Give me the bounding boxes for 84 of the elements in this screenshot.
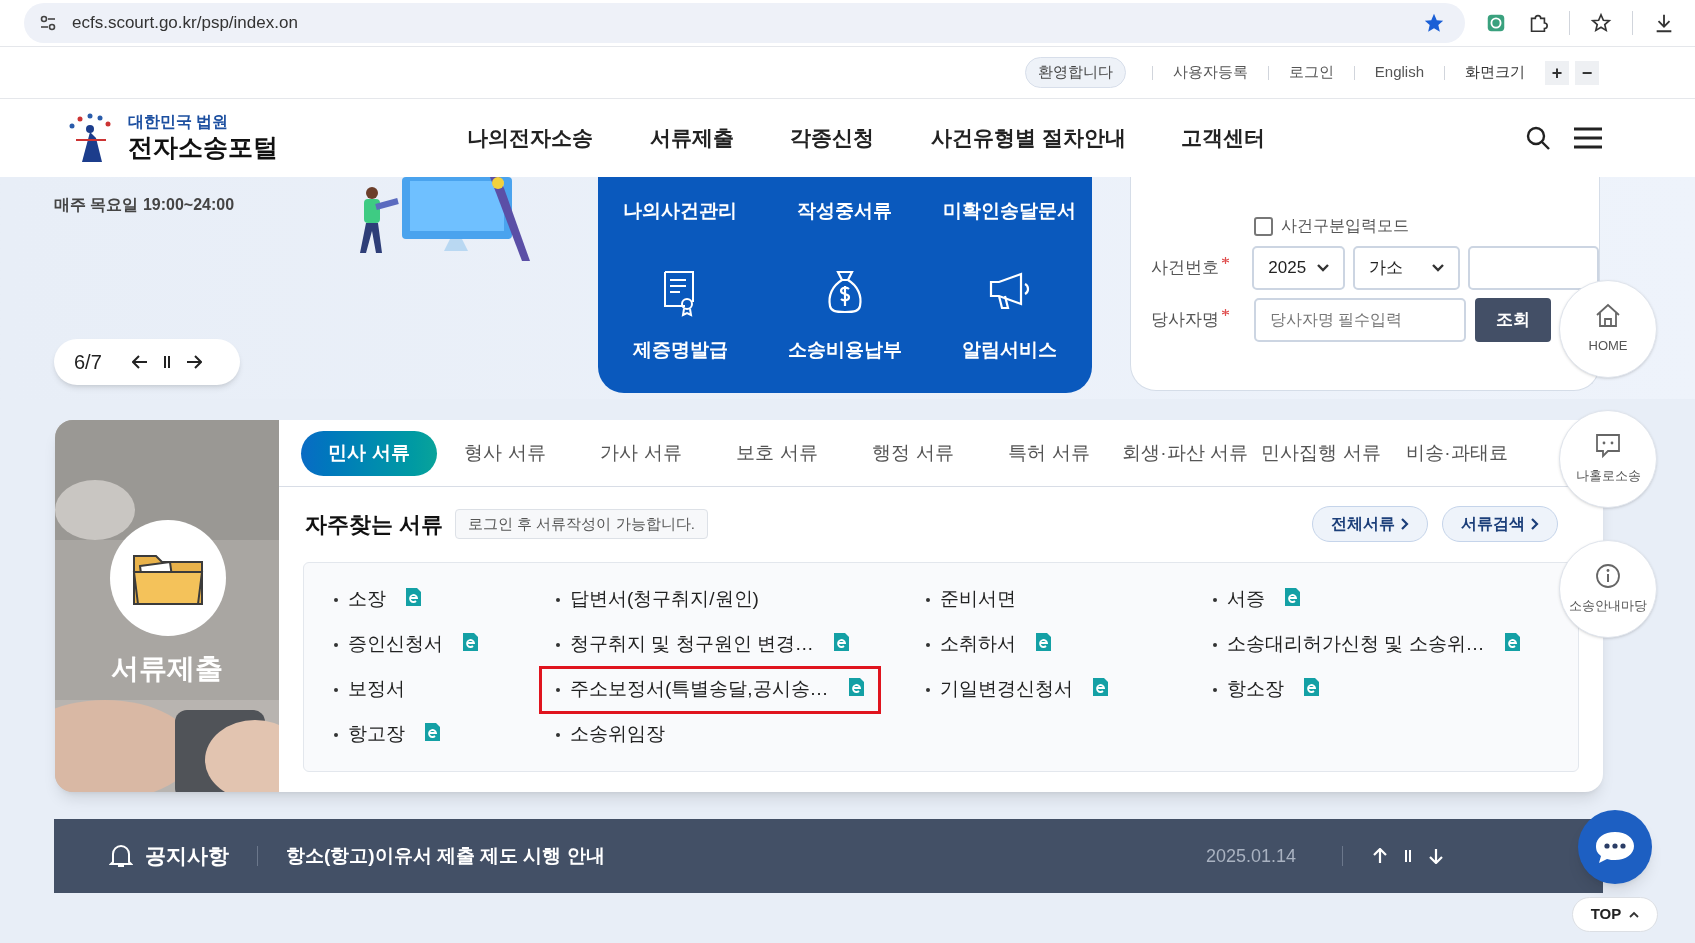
pause-icon[interactable] bbox=[1403, 850, 1413, 862]
document-link-button[interactable]: 전체서류 bbox=[1312, 506, 1428, 542]
nav-link[interactable]: 고객센터 bbox=[1181, 122, 1321, 154]
document-icon bbox=[463, 632, 478, 651]
nav-link[interactable]: 각종신청 bbox=[790, 122, 931, 154]
document-icon bbox=[1093, 677, 1108, 696]
quick-service-link[interactable]: 알림서비스 bbox=[927, 261, 1092, 393]
field-label: 당사자명 bbox=[1151, 309, 1219, 332]
document-tab[interactable]: 비송·과태료 bbox=[1389, 430, 1525, 476]
chat-bubble-icon bbox=[1594, 432, 1622, 461]
utility-link[interactable]: 사용자등록 bbox=[1152, 61, 1268, 84]
document-tab[interactable]: 가사 서류 bbox=[573, 430, 709, 476]
chevron-down-icon bbox=[1432, 264, 1444, 272]
document-tab[interactable]: 행정 서류 bbox=[845, 430, 981, 476]
bookmark-star-icon[interactable] bbox=[1423, 12, 1445, 34]
nav-link[interactable]: 사건유형별 절차안내 bbox=[931, 122, 1181, 154]
search-button[interactable]: 조회 bbox=[1475, 298, 1551, 342]
document-icon bbox=[425, 722, 440, 741]
party-name-input[interactable]: 당사자명 필수입력 bbox=[1254, 298, 1466, 342]
info-icon bbox=[1594, 562, 1622, 591]
document-icon bbox=[1504, 632, 1520, 651]
logo-title: 전자소송포털 bbox=[128, 132, 278, 164]
slide-counter: 6/7 bbox=[74, 350, 103, 375]
chevron-right-icon bbox=[1401, 518, 1409, 530]
utility-link[interactable]: English bbox=[1354, 61, 1444, 84]
quick-link[interactable]: 나의사건관리 bbox=[598, 197, 763, 233]
document-icon bbox=[848, 677, 864, 696]
document-icon bbox=[833, 632, 849, 651]
arrow-down-icon[interactable] bbox=[1429, 848, 1443, 864]
nav-link[interactable]: 나의전자소송 bbox=[467, 122, 650, 154]
search-icon[interactable] bbox=[1525, 125, 1551, 151]
font-size-label: 화면크기 bbox=[1464, 62, 1526, 83]
document-icon bbox=[1304, 677, 1319, 696]
arrow-left-icon[interactable] bbox=[132, 355, 148, 369]
chevron-down-icon bbox=[1317, 264, 1330, 272]
bell-icon bbox=[109, 843, 133, 869]
zoom-button[interactable]: − bbox=[1575, 60, 1599, 85]
chat-bubble-icon bbox=[1593, 829, 1637, 865]
logo-subtitle: 대한민국 법원 bbox=[128, 112, 230, 133]
welcome-badge: 환영합니다 bbox=[1024, 57, 1126, 88]
utility-link[interactable]: 로그인 bbox=[1268, 61, 1354, 84]
menu-icon[interactable] bbox=[1573, 127, 1603, 149]
arrow-up-icon[interactable] bbox=[1373, 848, 1387, 864]
quick-service-link[interactable]: 소송비용납부 bbox=[762, 261, 928, 393]
checkbox-label: 사건구분입력모드 bbox=[1281, 216, 1409, 236]
hint-text: 로그인 후 서류작성이 가능합니다. bbox=[455, 508, 708, 540]
document-tab[interactable]: 보호 서류 bbox=[709, 430, 845, 476]
checkbox[interactable] bbox=[1254, 216, 1273, 236]
top-button[interactable]: TOP bbox=[1572, 897, 1658, 932]
document-tab[interactable]: 민사 서류 bbox=[301, 430, 437, 476]
document-link-button[interactable]: 서류검색 bbox=[1442, 506, 1558, 542]
site-settings-icon[interactable] bbox=[38, 13, 58, 33]
chevron-right-icon bbox=[1531, 518, 1539, 530]
pause-icon[interactable] bbox=[162, 356, 172, 368]
banner-title: 서류제출 bbox=[110, 652, 224, 686]
maintenance-notice: 매주 목요일 19:00~24:00 bbox=[54, 195, 236, 215]
zoom-button[interactable]: + bbox=[1545, 60, 1569, 85]
document-tab[interactable]: 민사집행 서류 bbox=[1253, 430, 1389, 476]
document-icon bbox=[1285, 587, 1300, 606]
notice-link[interactable]: 항소(항고)이유서 제출 제도 시행 안내 bbox=[286, 841, 1206, 871]
document-tab[interactable]: 특허 서류 bbox=[981, 430, 1117, 476]
arrow-right-icon[interactable] bbox=[186, 355, 202, 369]
document-icon bbox=[1036, 632, 1051, 651]
required-mark-icon bbox=[1222, 309, 1229, 317]
notice-label: 공지사항 bbox=[145, 843, 229, 870]
notice-date: 2025.01.14 bbox=[1205, 844, 1296, 868]
document-icon bbox=[406, 587, 421, 606]
field-label: 사건번호 bbox=[1151, 257, 1219, 280]
address-bar[interactable]: ecfs.scourt.go.kr/psp/index.on bbox=[24, 3, 1465, 43]
quick-service-link[interactable]: 제증명발급 bbox=[598, 261, 763, 393]
year-select[interactable]: 2025 bbox=[1252, 246, 1346, 290]
side-quick-button[interactable]: 나홀로소송 bbox=[1559, 410, 1657, 508]
quick-link[interactable]: 작성중서류 bbox=[762, 197, 928, 233]
document-tab[interactable]: 회생·파산 서류 bbox=[1117, 430, 1253, 476]
url-text: ecfs.scourt.go.kr/psp/index.on bbox=[72, 12, 299, 35]
document-link[interactable]: 주소보정서(특별송달,공시송… bbox=[539, 665, 881, 714]
document-tab[interactable]: 형사 서류 bbox=[437, 430, 573, 476]
extension-icon[interactable] bbox=[1485, 12, 1507, 34]
required-mark-icon bbox=[1222, 257, 1229, 265]
quick-link[interactable]: 미확인송달문서 bbox=[927, 197, 1092, 233]
nav-link[interactable]: 서류제출 bbox=[650, 122, 790, 154]
chevron-up-icon bbox=[1629, 911, 1640, 918]
section-title: 자주찾는 서류 bbox=[305, 510, 444, 539]
case-type-select[interactable]: 가소 bbox=[1353, 246, 1460, 290]
